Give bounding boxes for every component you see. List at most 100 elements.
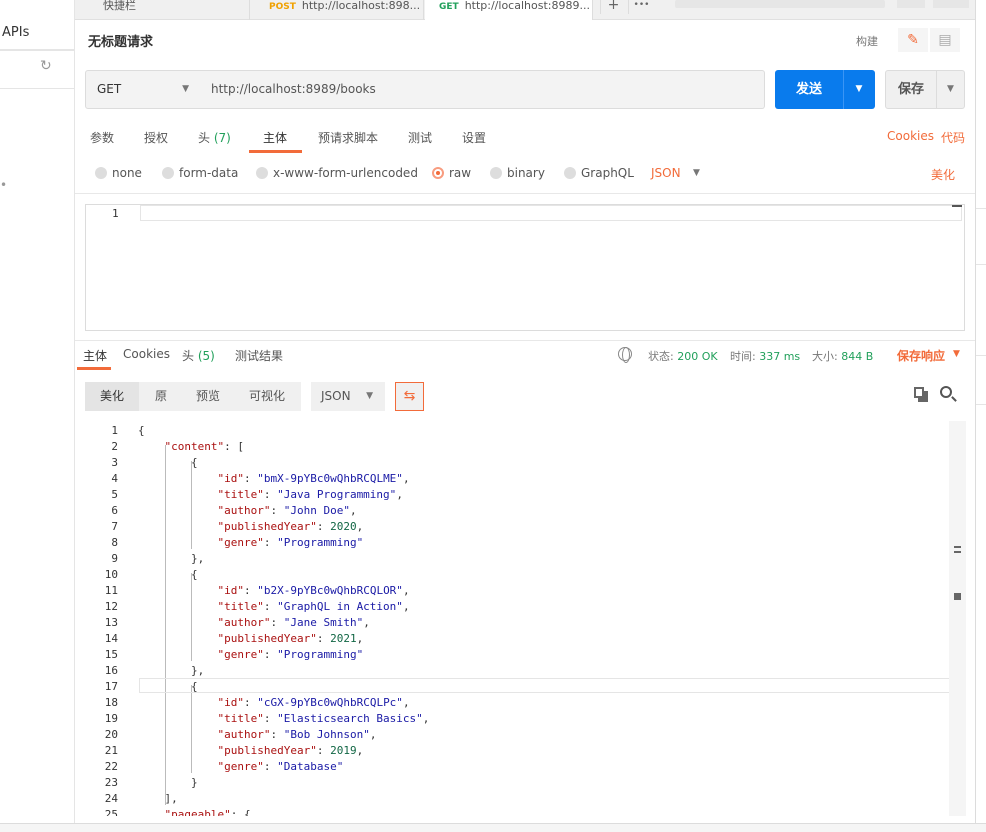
radio-binary[interactable]: binary — [490, 166, 545, 180]
request-body-editor[interactable]: 1 — [85, 204, 965, 331]
send-label: 发送 — [795, 82, 822, 97]
current-line-highlight — [140, 205, 962, 221]
time-value: 337 ms — [759, 350, 801, 363]
beautify-link[interactable]: 美化 — [931, 166, 955, 183]
time-label: 时间: — [730, 350, 756, 363]
method-select[interactable]: GET ▼ — [85, 70, 201, 109]
edit-pencil-icon[interactable]: ✎ — [898, 28, 928, 52]
radio-label: x-www-form-urlencoded — [273, 166, 418, 180]
code-text: "genre": "Programming" — [217, 648, 364, 661]
request-title[interactable]: 无标题请求 — [88, 31, 153, 50]
response-body-viewer[interactable]: 1 {2 "content": [3 {4 "id": "bmX-9pYBc0wQ… — [75, 421, 966, 816]
tab-body[interactable]: 主体 — [263, 129, 287, 146]
radio-label: none — [112, 166, 142, 180]
globe-icon[interactable] — [618, 347, 632, 363]
scroll-thumb[interactable] — [954, 593, 961, 600]
response-headers-count: (5) — [197, 349, 215, 363]
tab-launchpad[interactable]: 快捷栏 — [75, 0, 250, 20]
time-readout[interactable]: 时间: 337 ms — [730, 348, 800, 364]
status-bar — [0, 823, 986, 832]
response-tab-test-results[interactable]: 测试结果 — [235, 347, 283, 364]
copy-icon[interactable] — [914, 387, 928, 402]
tab-headers[interactable]: 头 (7) — [198, 129, 231, 146]
postman-window: APIs ↻ • 快捷栏 POST http://localhost:898...… — [0, 0, 986, 832]
manage-environments-button[interactable] — [933, 0, 969, 8]
caret-down-icon[interactable]: ▼ — [953, 349, 960, 359]
radio-raw[interactable]: raw — [432, 166, 471, 180]
view-preview-button[interactable]: 预览 — [183, 382, 233, 411]
line-number: 4 — [111, 472, 118, 485]
tab-tests[interactable]: 测试 — [408, 129, 432, 146]
response-tab-body[interactable]: 主体 — [83, 347, 107, 364]
view-pretty-button[interactable]: 美化 — [85, 382, 139, 411]
code-text: "publishedYear": 2019, — [217, 744, 364, 757]
cookies-link[interactable]: Cookies — [887, 129, 934, 143]
line-number: 15 — [104, 648, 118, 661]
body-format-select[interactable]: JSON — [651, 166, 681, 180]
tab-authorization[interactable]: 授权 — [144, 129, 168, 146]
response-divider — [75, 340, 986, 341]
send-options-caret-icon[interactable]: ▼ — [843, 70, 875, 109]
line-number: 14 — [104, 632, 118, 645]
sidebar-tab-apis[interactable]: APIs — [0, 19, 75, 51]
sidebar-divider — [0, 88, 75, 89]
radio-graphql[interactable]: GraphQL — [564, 166, 634, 180]
comment-icon[interactable]: ▤ — [930, 28, 960, 52]
tab-post-request[interactable]: POST http://localhost:898... — [256, 0, 424, 20]
url-input[interactable]: http://localhost:8989/books — [200, 70, 765, 109]
tab-params[interactable]: 参数 — [90, 129, 114, 146]
send-button[interactable]: 发送 ▼ — [775, 70, 875, 109]
radio-form-data[interactable]: form-data — [162, 166, 238, 180]
response-format-select[interactable]: JSON ▼ — [311, 382, 385, 411]
tab-label: http://localhost:898... — [301, 0, 421, 12]
save-options-caret-icon[interactable]: ▼ — [936, 71, 965, 108]
radio-none[interactable]: none — [95, 166, 142, 180]
tab-pre-request-script[interactable]: 预请求脚本 — [318, 129, 378, 146]
status-readout[interactable]: 状态: 200 OK — [648, 348, 718, 364]
code-text: }, — [138, 664, 205, 677]
response-tab-cookies[interactable]: Cookies — [123, 347, 170, 361]
save-response-button[interactable]: 保存响应 — [897, 347, 945, 364]
active-response-tab-indicator — [77, 367, 111, 370]
line-number: 7 — [111, 520, 118, 533]
code-text: "author": "Jane Smith", — [217, 616, 370, 629]
environment-quick-look-button[interactable] — [897, 0, 925, 8]
code-text: "genre": "Database" — [217, 760, 344, 773]
tab-method: POST — [269, 2, 296, 12]
environment-selector[interactable] — [675, 0, 885, 8]
radio-urlencoded[interactable]: x-www-form-urlencoded — [256, 166, 418, 180]
code-text: ], — [138, 792, 178, 805]
refresh-icon[interactable]: ↻ — [40, 58, 52, 74]
size-readout[interactable]: 大小: 844 B — [812, 348, 873, 364]
tab-method: GET — [439, 2, 459, 12]
code-text: "id": "cGX-9pYBc0wQhbRCQLPc", — [217, 696, 410, 709]
code-text: "genre": "Programming" — [217, 536, 364, 549]
build-mode-label[interactable]: 构建 — [856, 33, 878, 49]
radio-circle — [490, 167, 502, 179]
line-number: 5 — [111, 488, 118, 501]
view-raw-button[interactable]: 原 — [139, 382, 183, 411]
code-link[interactable]: 代码 — [941, 129, 965, 146]
response-scrollbar[interactable] — [949, 421, 966, 816]
code-text: "title": "GraphQL in Action", — [217, 600, 410, 613]
status-value: 200 OK — [677, 350, 718, 363]
line-number: 10 — [104, 568, 118, 581]
response-tab-headers[interactable]: 头 (5) — [182, 347, 215, 364]
more-tabs-button[interactable]: ••• — [628, 0, 654, 14]
caret-down-icon: ▼ — [366, 391, 373, 401]
request-tabs: 参数 授权 头 (7) 主体 预请求脚本 测试 设置 — [75, 124, 986, 153]
add-tab-button[interactable]: + — [600, 0, 626, 14]
line-number: 1 — [111, 424, 118, 437]
search-icon[interactable] — [940, 386, 952, 398]
caret-down-icon[interactable]: ▼ — [693, 168, 700, 178]
line-number: 24 — [104, 792, 118, 805]
wrap-lines-icon[interactable]: ⇆ — [395, 382, 424, 411]
save-button[interactable]: 保存 ▼ — [885, 70, 965, 109]
view-visualize-button[interactable]: 可视化 — [233, 382, 301, 411]
editor-scrollbar[interactable] — [952, 205, 962, 213]
tab-get-request[interactable]: GET http://localhost:8989... — [425, 0, 593, 20]
tab-settings[interactable]: 设置 — [462, 129, 486, 146]
code-text: { — [138, 680, 198, 693]
radio-label: form-data — [179, 166, 239, 180]
line-number: 21 — [104, 744, 118, 757]
